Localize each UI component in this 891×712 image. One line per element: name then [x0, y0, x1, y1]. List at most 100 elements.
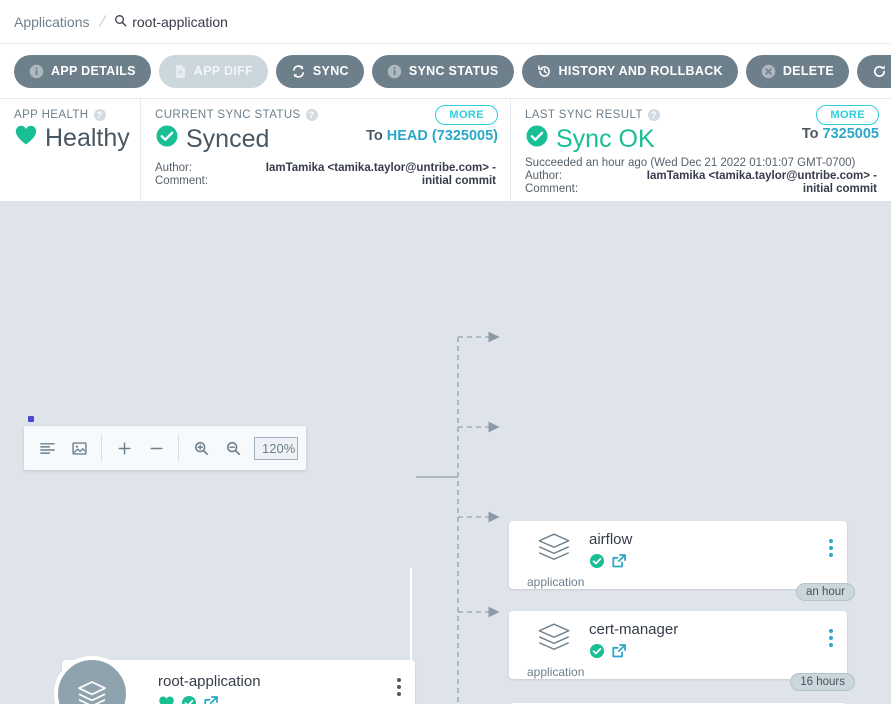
app-health-title: APP HEALTH ? [14, 109, 126, 121]
app-health-value: Healthy [14, 124, 130, 153]
current-sync-comment-value: initial commit [421, 175, 496, 187]
status-summary-row: APP HEALTH ? Healthy CURRENT SYNC STATUS… [0, 98, 891, 202]
external-link-icon[interactable] [611, 553, 627, 574]
last-sync-author-key: Author: [525, 170, 563, 182]
node-title: root-application [158, 673, 261, 690]
app-health-value-label: Healthy [45, 124, 130, 152]
info-icon [29, 64, 44, 79]
delete-circle-icon [761, 64, 776, 79]
action-toolbar: APP DETAILS APP DIFF SYNC SYNC STATUS HI… [0, 44, 891, 98]
align-left-icon[interactable] [32, 433, 62, 463]
current-sync-revision-prefix: To [366, 128, 383, 144]
current-sync-revision-link[interactable]: HEAD (7325005) [387, 128, 498, 144]
current-sync-value-label: Synced [186, 125, 270, 153]
layers-icon [531, 533, 577, 574]
node-time-badge: an hour [795, 583, 855, 601]
history-and-rollback-label: HISTORY AND ROLLBACK [558, 64, 723, 78]
last-sync-result-panel: LAST SYNC RESULT ? MORE Sync OK To 73250… [510, 99, 891, 201]
check-circle-icon [589, 553, 605, 574]
sync-label: SYNC [312, 64, 349, 78]
node-body: cert-manager [589, 621, 678, 664]
current-sync-status-panel: CURRENT SYNC STATUS ? MORE Synced To HEA… [140, 99, 510, 201]
app-details-label: APP DETAILS [51, 64, 136, 78]
breadcrumb-current-label: root-application [132, 13, 228, 30]
graph-node-root-application[interactable]: root-application an hour [54, 656, 415, 704]
sync-status-label: SYNC STATUS [408, 64, 499, 78]
last-sync-comment-key: Comment: [525, 183, 579, 195]
help-icon[interactable]: ? [93, 109, 106, 121]
last-sync-succeeded-text: Succeeded an hour ago (Wed Dec 21 2022 0… [525, 157, 856, 169]
app-diff-button[interactable]: APP DIFF [158, 54, 268, 88]
file-diff-icon [174, 64, 187, 79]
current-sync-revision: To HEAD (7325005) [366, 128, 498, 144]
toolbar-divider [178, 435, 179, 461]
node-title: cert-manager [589, 621, 679, 638]
kebab-menu-icon[interactable] [397, 678, 401, 696]
increase-button[interactable] [109, 433, 139, 463]
node-title: airflow [589, 531, 633, 548]
node-body: root-application [158, 673, 261, 704]
graph-zoom-toolbar: 120% [24, 426, 306, 470]
sync-icon [291, 64, 306, 79]
decrease-button[interactable] [141, 433, 171, 463]
app-health-title-label: APP HEALTH [14, 109, 89, 121]
breadcrumb-separator: / [97, 11, 107, 31]
current-sync-more-button[interactable]: MORE [435, 105, 498, 125]
zoom-out-icon[interactable] [218, 433, 248, 463]
history-icon [537, 64, 552, 79]
node-icon-group: application [527, 530, 584, 589]
refresh-icon [872, 64, 887, 79]
last-sync-comment-value: initial commit [802, 183, 877, 195]
search-icon [114, 14, 127, 30]
app-diff-label: APP DIFF [193, 64, 253, 78]
sync-button[interactable]: SYNC [275, 54, 364, 88]
check-circle-icon [181, 695, 197, 704]
help-icon[interactable]: ? [647, 109, 660, 121]
check-circle-icon [155, 124, 179, 155]
kebab-menu-icon[interactable] [829, 629, 833, 647]
node-body: airflow [589, 531, 632, 574]
last-sync-revision-prefix: To [801, 126, 819, 142]
last-sync-more-button[interactable]: MORE [816, 105, 879, 125]
current-sync-commit-info: Author: IamTamika <tamika.taylor@untribe… [155, 162, 496, 187]
node-status-icons [589, 553, 632, 574]
history-and-rollback-button[interactable]: HISTORY AND ROLLBACK [521, 54, 738, 88]
delete-button[interactable]: DELETE [745, 54, 849, 88]
zoom-in-icon[interactable] [186, 433, 216, 463]
current-sync-comment-key: Comment: [155, 175, 209, 187]
info-icon [387, 64, 402, 79]
node-status-icons [589, 643, 678, 664]
fit-to-screen-icon[interactable] [64, 433, 94, 463]
external-link-icon[interactable] [203, 695, 219, 704]
last-sync-author-value: IamTamika <tamika.taylor@untribe.com> - [646, 170, 877, 182]
app-details-button[interactable]: APP DETAILS [14, 54, 151, 88]
application-resource-tree[interactable]: 120% root-application application airflo… [0, 202, 891, 704]
current-sync-title-label: CURRENT SYNC STATUS [155, 109, 301, 121]
current-sync-author-key: Author: [155, 162, 193, 174]
external-link-icon[interactable] [611, 643, 627, 664]
check-circle-icon [589, 643, 605, 664]
breadcrumb-current: root-application [114, 14, 228, 30]
graph-node-cert-manager[interactable]: application cert-manager 16 hours [509, 611, 855, 691]
app-health-panel: APP HEALTH ? Healthy [0, 99, 140, 201]
node-icon-group: application [527, 620, 584, 679]
graph-node-cnpg[interactable]: application cnpg 16 hours [509, 703, 847, 704]
kebab-menu-icon[interactable] [829, 539, 833, 557]
layers-icon [54, 656, 130, 704]
last-sync-revision-link[interactable]: 7325005 [823, 126, 879, 142]
refresh-button[interactable]: REFRESH [856, 54, 891, 88]
sync-status-button[interactable]: SYNC STATUS [371, 54, 514, 88]
zoom-level-value[interactable]: 120% [254, 436, 298, 460]
node-status-icons [158, 695, 261, 704]
layers-icon [531, 623, 577, 664]
breadcrumb-applications-link[interactable]: Applications [14, 14, 90, 30]
toolbar-divider [101, 435, 102, 461]
help-icon[interactable]: ? [305, 109, 318, 121]
last-sync-revision: To 7325005 [802, 126, 879, 142]
heart-icon [158, 695, 175, 704]
last-sync-title-label: LAST SYNC RESULT [525, 109, 643, 121]
heart-icon [14, 124, 38, 153]
node-time-badge: 16 hours [790, 673, 855, 691]
graph-node-airflow[interactable]: application airflow an hour [509, 521, 855, 601]
check-circle-icon [525, 124, 549, 155]
